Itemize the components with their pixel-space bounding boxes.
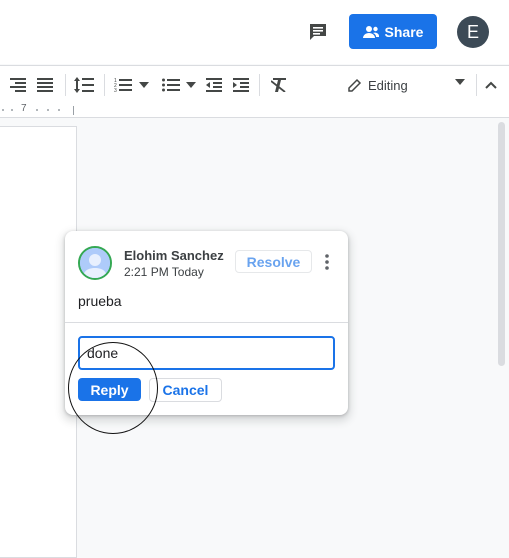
bulleted-list-button[interactable] xyxy=(160,75,182,95)
line-spacing-icon xyxy=(74,77,94,93)
ruler-tick xyxy=(47,109,49,111)
toolbar-divider xyxy=(476,74,477,96)
formatting-toolbar: 1 2 3 Editing xyxy=(0,65,509,104)
dropdown-icon xyxy=(186,82,196,88)
more-vert-icon xyxy=(325,254,329,270)
editing-mode-label: Editing xyxy=(368,77,408,93)
comment-body: prueba xyxy=(78,293,122,309)
decrease-indent-button[interactable] xyxy=(204,75,224,95)
align-right-icon xyxy=(10,78,26,92)
align-right-button[interactable] xyxy=(8,75,28,95)
ruler-tick xyxy=(2,109,4,111)
increase-indent-icon xyxy=(233,78,249,92)
cancel-button[interactable]: Cancel xyxy=(149,378,222,402)
reply-button[interactable]: Reply xyxy=(78,378,141,401)
person-icon xyxy=(362,25,379,38)
divider xyxy=(65,322,348,323)
horizontal-ruler[interactable]: 7 xyxy=(0,103,509,118)
more-options-button[interactable] xyxy=(319,250,335,274)
collapse-icon xyxy=(485,81,497,89)
svg-text:3: 3 xyxy=(114,88,117,93)
comment-author: Elohim Sanchez xyxy=(124,248,224,263)
ruler-tick xyxy=(73,106,74,115)
comment-history-button[interactable] xyxy=(305,20,331,44)
pencil-icon xyxy=(348,78,362,92)
share-button-label: Share xyxy=(384,23,424,40)
ruler-tick xyxy=(36,109,38,111)
clear-formatting-button[interactable] xyxy=(268,75,290,95)
comment-timestamp: 2:21 PM Today xyxy=(124,265,204,279)
increase-indent-button[interactable] xyxy=(231,75,251,95)
editing-mode-dropdown[interactable]: Editing xyxy=(345,74,473,96)
ruler-tick xyxy=(58,109,60,111)
justify-button[interactable] xyxy=(35,75,55,95)
account-avatar[interactable]: E xyxy=(457,16,489,48)
toolbar-divider xyxy=(259,74,260,96)
toolbar-divider xyxy=(104,74,105,96)
reply-input[interactable] xyxy=(78,336,335,370)
decrease-indent-icon xyxy=(206,78,222,92)
dropdown-icon xyxy=(455,79,465,85)
resolve-button[interactable]: Resolve xyxy=(235,250,312,273)
ruler-tick xyxy=(11,109,13,111)
toolbar-divider xyxy=(65,74,66,96)
numbered-list-icon: 1 2 3 xyxy=(114,78,132,93)
numbered-list-button[interactable]: 1 2 3 xyxy=(112,75,134,95)
avatar xyxy=(78,246,112,280)
scrollbar-thumb[interactable] xyxy=(498,122,505,366)
ruler-number: 7 xyxy=(21,103,27,114)
hide-menus-button[interactable] xyxy=(481,75,501,95)
bulleted-list-options-button[interactable] xyxy=(184,75,198,95)
top-header: Share E xyxy=(0,0,509,64)
comment-thread-card[interactable]: Elohim Sanchez 2:21 PM Today Resolve pru… xyxy=(65,231,348,415)
line-spacing-button[interactable] xyxy=(73,75,95,95)
share-button[interactable]: Share xyxy=(349,14,437,49)
numbered-list-options-button[interactable] xyxy=(137,75,151,95)
align-justify-icon xyxy=(37,78,53,92)
bulleted-list-icon xyxy=(162,78,180,92)
comment-history-icon xyxy=(310,24,326,40)
clear-formatting-icon xyxy=(271,78,286,92)
user-avatar-icon xyxy=(80,248,110,278)
dropdown-icon xyxy=(139,82,149,88)
